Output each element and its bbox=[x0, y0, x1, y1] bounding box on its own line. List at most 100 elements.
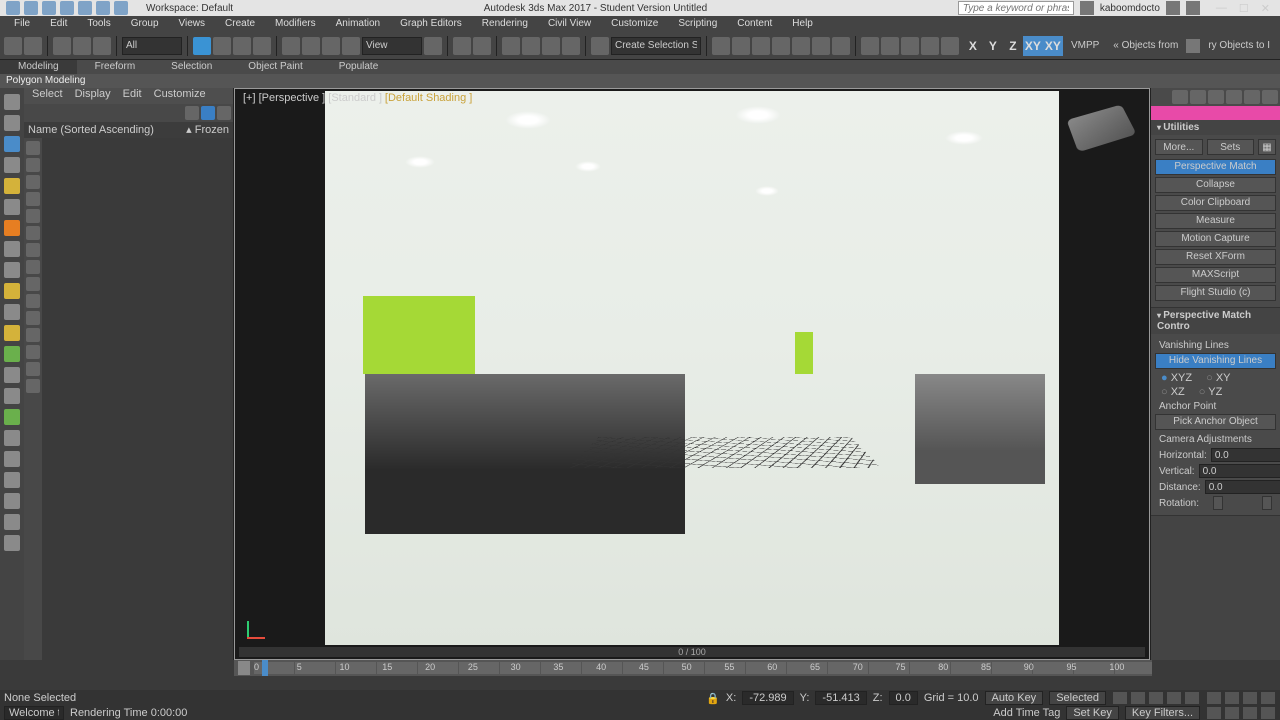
minimize-button[interactable]: — bbox=[1216, 2, 1227, 15]
keymode-icon[interactable] bbox=[238, 661, 250, 675]
lc-obj-icon[interactable] bbox=[4, 94, 20, 110]
unlink-button[interactable] bbox=[73, 37, 91, 55]
next-frame-button[interactable] bbox=[1166, 691, 1182, 705]
tab-modeling[interactable]: Modeling bbox=[0, 60, 77, 74]
menu-group[interactable]: Group bbox=[121, 16, 169, 32]
sx-menu-edit[interactable]: Edit bbox=[123, 88, 142, 104]
menu-animation[interactable]: Animation bbox=[326, 16, 390, 32]
mirror-button[interactable] bbox=[712, 37, 730, 55]
nav2-icon1[interactable] bbox=[1206, 706, 1222, 720]
sx-f4-icon[interactable] bbox=[26, 192, 40, 206]
redo-icon[interactable] bbox=[96, 1, 110, 15]
sx-f13-icon[interactable] bbox=[26, 345, 40, 359]
sx-tree[interactable] bbox=[42, 138, 233, 660]
sx-f2-icon[interactable] bbox=[26, 158, 40, 172]
timeline[interactable]: 0510152025303540455055606570758085909510… bbox=[234, 660, 1152, 676]
coord-z[interactable]: 0.0 bbox=[889, 691, 918, 705]
tab-freeform[interactable]: Freeform bbox=[77, 60, 154, 74]
cp-motion-icon[interactable] bbox=[1226, 90, 1242, 104]
cp-modify-icon[interactable] bbox=[1190, 90, 1206, 104]
exchange-icon[interactable] bbox=[1166, 1, 1180, 15]
axis-xy[interactable]: XY bbox=[1023, 36, 1043, 56]
nav-icon4[interactable] bbox=[1260, 691, 1276, 705]
window-cross-button[interactable] bbox=[253, 37, 271, 55]
coord-x[interactable]: -72.989 bbox=[742, 691, 793, 705]
sx-f6-icon[interactable] bbox=[26, 226, 40, 240]
goto-start-button[interactable] bbox=[1112, 691, 1128, 705]
sx-close-icon[interactable] bbox=[185, 106, 199, 120]
named-sel-button[interactable] bbox=[591, 37, 609, 55]
lc-lights-icon[interactable] bbox=[4, 136, 20, 152]
viewport-label[interactable]: [+] [Perspective ] [Standard ] [Default … bbox=[243, 92, 472, 104]
sx-f7-icon[interactable] bbox=[26, 243, 40, 257]
vl-yz[interactable]: YZ bbox=[1199, 386, 1223, 398]
selection-filter[interactable] bbox=[122, 37, 182, 55]
tab-objectpaint[interactable]: Object Paint bbox=[230, 60, 320, 74]
sx-f10-icon[interactable] bbox=[26, 294, 40, 308]
pick-anchor-button[interactable]: Pick Anchor Object bbox=[1155, 414, 1276, 430]
util-color-clipboard[interactable]: Color Clipboard bbox=[1155, 195, 1276, 211]
maxscript-listener[interactable] bbox=[4, 706, 64, 720]
lc-misc1-icon[interactable] bbox=[4, 304, 20, 320]
menu-create[interactable]: Create bbox=[215, 16, 265, 32]
sx-f8-icon[interactable] bbox=[26, 260, 40, 274]
vl-xz[interactable]: XZ bbox=[1161, 386, 1185, 398]
sx-menu-display[interactable]: Display bbox=[75, 88, 111, 104]
nav2-icon4[interactable] bbox=[1260, 706, 1276, 720]
lc-misc6-icon[interactable] bbox=[4, 409, 20, 425]
util-measure[interactable]: Measure bbox=[1155, 213, 1276, 229]
bind-button[interactable] bbox=[93, 37, 111, 55]
undo-button[interactable] bbox=[4, 37, 22, 55]
axis-z[interactable]: Z bbox=[1003, 36, 1023, 56]
menu-views[interactable]: Views bbox=[169, 16, 216, 32]
nav-icon1[interactable] bbox=[1206, 691, 1222, 705]
hide-vanishing-button[interactable]: Hide Vanishing Lines bbox=[1155, 353, 1276, 369]
placement-button[interactable] bbox=[342, 37, 360, 55]
align-button[interactable] bbox=[732, 37, 750, 55]
sx-menu-customize[interactable]: Customize bbox=[154, 88, 206, 104]
lc-misc3-icon[interactable] bbox=[4, 346, 20, 362]
config-button[interactable]: ▦ bbox=[1258, 139, 1276, 155]
render3-button[interactable] bbox=[941, 37, 959, 55]
coord-y[interactable]: -51.413 bbox=[815, 691, 866, 705]
link-button[interactable] bbox=[53, 37, 71, 55]
lc-bone-icon[interactable] bbox=[4, 241, 20, 257]
vl-xy[interactable]: XY bbox=[1206, 372, 1230, 384]
lc-misc5-icon[interactable] bbox=[4, 388, 20, 404]
menu-customize[interactable]: Customize bbox=[601, 16, 668, 32]
cp-create-icon[interactable] bbox=[1172, 90, 1188, 104]
sx-f1-icon[interactable] bbox=[26, 141, 40, 155]
menu-file[interactable]: File bbox=[4, 16, 40, 32]
new-icon[interactable] bbox=[24, 1, 38, 15]
nav2-icon2[interactable] bbox=[1224, 706, 1240, 720]
sx-f12-icon[interactable] bbox=[26, 328, 40, 342]
username[interactable]: kaboomdocto bbox=[1100, 3, 1160, 14]
region-rect-button[interactable] bbox=[233, 37, 251, 55]
curve-editor-button[interactable] bbox=[792, 37, 810, 55]
tab-populate[interactable]: Populate bbox=[321, 60, 396, 74]
lc-nurbs-icon[interactable] bbox=[4, 283, 20, 299]
sx-f14-icon[interactable] bbox=[26, 362, 40, 376]
sx-filter-icon[interactable] bbox=[201, 106, 215, 120]
sx-f11-icon[interactable] bbox=[26, 311, 40, 325]
lc-misc8-icon[interactable] bbox=[4, 451, 20, 467]
angle-snap-button[interactable] bbox=[522, 37, 540, 55]
populate-icon[interactable] bbox=[1186, 39, 1200, 53]
selected-button[interactable]: Selected bbox=[1049, 691, 1106, 705]
menu-tools[interactable]: Tools bbox=[77, 16, 120, 32]
nav2-icon3[interactable] bbox=[1242, 706, 1258, 720]
lc-particle-icon[interactable] bbox=[4, 262, 20, 278]
sx-menu-select[interactable]: Select bbox=[32, 88, 63, 104]
lc-helpers-icon[interactable] bbox=[4, 178, 20, 194]
sx-f5-icon[interactable] bbox=[26, 209, 40, 223]
keyfilters-button[interactable]: Key Filters... bbox=[1125, 706, 1200, 720]
prev-frame-button[interactable] bbox=[1130, 691, 1146, 705]
pivot-button[interactable] bbox=[424, 37, 442, 55]
close-button[interactable]: ✕ bbox=[1261, 2, 1270, 15]
horiz-input[interactable] bbox=[1211, 448, 1280, 462]
tab-selection[interactable]: Selection bbox=[153, 60, 230, 74]
kbd-button[interactable] bbox=[473, 37, 491, 55]
scale-button[interactable] bbox=[322, 37, 340, 55]
undo-icon[interactable] bbox=[78, 1, 92, 15]
rollout-pm[interactable]: Perspective Match Contro bbox=[1151, 308, 1280, 334]
